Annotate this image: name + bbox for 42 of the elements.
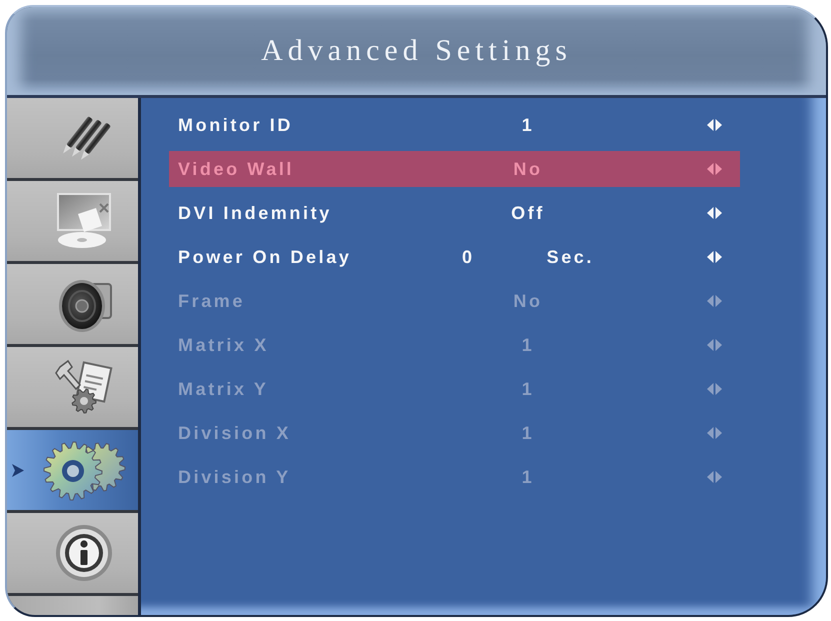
unit-label: Sec. xyxy=(546,246,594,268)
menu-item[interactable]: Power On Delay 0 Sec. xyxy=(169,239,740,275)
left-right-arrows-icon xyxy=(707,207,722,219)
sidebar-tab[interactable] xyxy=(7,98,138,181)
left-right-arrows-icon xyxy=(707,339,722,351)
gears-icon xyxy=(40,439,126,501)
window-title: Advanced Settings xyxy=(261,34,572,68)
left-right-arrows-icon xyxy=(707,427,722,439)
left-right-arrows-icon xyxy=(707,383,722,395)
setting-value: 1 xyxy=(522,378,534,400)
menu-item[interactable]: Monitor ID 1 xyxy=(169,107,740,143)
setting-label: Matrix Y xyxy=(178,378,270,400)
setting-value: No xyxy=(513,290,543,312)
setting-label: Frame xyxy=(178,290,246,312)
left-right-arrows-icon xyxy=(707,295,722,307)
menu-item[interactable]: DVI Indemnity Off xyxy=(169,195,740,231)
setting-label: Division X xyxy=(178,422,292,444)
setting-value: 1 xyxy=(522,114,534,136)
caret-icon xyxy=(12,464,24,476)
setting-value: Off xyxy=(511,202,545,224)
left-right-arrows-icon xyxy=(707,251,722,263)
left-right-arrows-icon xyxy=(707,471,722,483)
setting-value: 0 xyxy=(462,246,475,268)
info-icon xyxy=(54,524,112,582)
sidebar-tab[interactable] xyxy=(7,181,138,264)
setting-value: 1 xyxy=(522,334,534,356)
sidebar-tab[interactable] xyxy=(7,430,138,513)
setting-label: Division Y xyxy=(178,466,292,488)
setting-value: 1 xyxy=(522,466,534,488)
sidebar-tab[interactable] xyxy=(7,264,138,347)
left-right-arrows-icon xyxy=(707,119,722,131)
setting-value: No xyxy=(513,158,543,180)
left-right-arrows-icon xyxy=(707,163,722,175)
setting-label: Power On Delay xyxy=(178,246,352,268)
setting-value: 1 xyxy=(522,422,534,444)
setting-label: Monitor ID xyxy=(178,114,294,136)
sidebar-tab[interactable] xyxy=(7,347,138,430)
sidebar-tab[interactable] xyxy=(7,513,138,596)
setting-label: Matrix X xyxy=(178,334,270,356)
menu-item[interactable]: Video Wall No xyxy=(169,151,740,187)
setting-label: DVI Indemnity xyxy=(178,202,333,224)
setting-label: Video Wall xyxy=(178,158,296,180)
